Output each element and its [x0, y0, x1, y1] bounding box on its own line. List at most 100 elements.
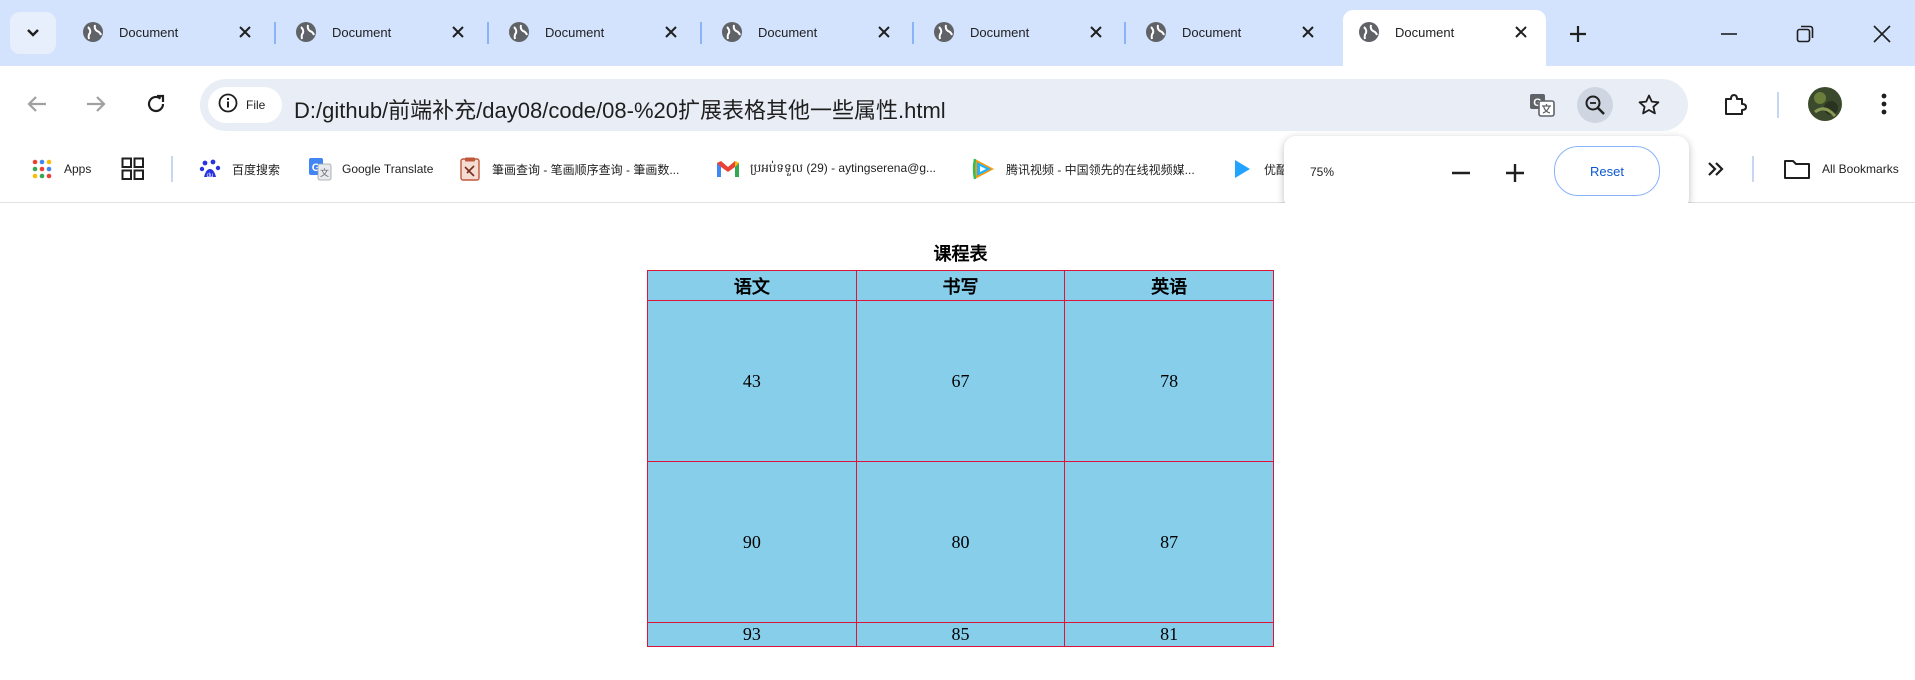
table-row: 90 80 87 — [647, 461, 1274, 623]
tab-title: Document — [970, 24, 1030, 40]
forward-button[interactable] — [75, 83, 117, 125]
bookmark-label: Google Translate — [342, 162, 434, 176]
zoom-reset-button[interactable]: Reset — [1554, 146, 1660, 196]
bookmark-star-icon[interactable] — [1631, 87, 1667, 123]
globe-icon — [507, 20, 531, 44]
table-row: 93 85 81 — [647, 622, 1274, 647]
toolbar-separator — [1777, 92, 1779, 118]
bookmark-apps[interactable]: Apps — [30, 152, 91, 186]
table-header-cell: 书写 — [855, 270, 1066, 301]
bookmark-label: 百度搜索 — [232, 162, 281, 177]
extensions-button[interactable] — [1714, 83, 1756, 125]
close-icon[interactable] — [1085, 21, 1107, 43]
table-cell: 87 — [1064, 461, 1274, 623]
tab-separator — [487, 22, 489, 44]
bookmark-gmail[interactable]: ប្រអប់ទទួល (29) - aytingserena@g... — [716, 152, 936, 186]
tab-title: Document — [1182, 24, 1242, 40]
tab[interactable]: Document — [1130, 10, 1333, 54]
table-row: 43 67 78 — [647, 300, 1274, 462]
tab-title: Document — [545, 24, 605, 40]
folder-icon — [1782, 157, 1812, 181]
zoom-in-button[interactable] — [1497, 155, 1533, 191]
restore-button[interactable] — [1785, 14, 1825, 54]
plus-icon — [1506, 164, 1524, 182]
tab[interactable]: Document — [706, 10, 909, 54]
chevron-double-right-icon — [1704, 157, 1728, 181]
apps-grid-icon — [30, 157, 54, 181]
minus-icon — [1452, 171, 1470, 175]
close-icon[interactable] — [660, 21, 682, 43]
toolbar: File D:/github/前端补充/day08/code/08-%20扩展表… — [0, 66, 1915, 142]
bookmark-label: 腾讯视频 - 中国领先的在线视频媒... — [1006, 162, 1195, 177]
globe-icon — [1357, 20, 1381, 44]
profile-button[interactable] — [1804, 83, 1846, 125]
tab-active[interactable]: Document — [1343, 10, 1546, 66]
bookmarks-overflow-button[interactable] — [1704, 152, 1738, 186]
tab[interactable]: Document — [280, 10, 483, 54]
globe-icon — [81, 20, 105, 44]
close-icon[interactable] — [1297, 21, 1319, 43]
tab[interactable]: Document — [918, 10, 1121, 54]
page-content: 课程表 语文 书写 英语 43 67 78 90 80 87 93 85 81 — [0, 203, 1915, 680]
gmail-icon — [716, 157, 740, 181]
globe-icon — [294, 20, 318, 44]
table-header-cell: 英语 — [1064, 270, 1274, 301]
bookmark-tab-groups[interactable] — [121, 152, 155, 186]
tab-search-button[interactable] — [10, 12, 56, 54]
svg-text:文: 文 — [320, 167, 329, 179]
url-text[interactable]: D:/github/前端补充/day08/code/08-%20扩展表格其他一些… — [294, 93, 946, 125]
bookmark-label: ប្រអប់ទទួល (29) - aytingserena@g... — [750, 161, 936, 175]
table-cell: 67 — [855, 300, 1066, 462]
zoom-popup: 75% Reset — [1284, 136, 1689, 210]
reload-button[interactable] — [135, 83, 177, 125]
bookmark-baidu[interactable]: du 百度搜索 — [198, 152, 280, 186]
more-vert-icon — [1881, 93, 1887, 115]
new-tab-button[interactable] — [1560, 16, 1596, 52]
avatar — [1808, 87, 1842, 121]
info-icon — [218, 93, 238, 118]
close-icon[interactable] — [873, 21, 895, 43]
close-icon[interactable] — [447, 21, 469, 43]
bookmark-separator — [171, 156, 173, 182]
close-window-button[interactable] — [1862, 14, 1902, 54]
zoom-level: 75% — [1310, 165, 1335, 179]
chevron-down-icon — [27, 29, 39, 37]
site-info-label: File — [246, 98, 266, 112]
menu-button[interactable] — [1863, 83, 1905, 125]
close-icon[interactable] — [1510, 21, 1532, 43]
google-translate-icon: G文 — [308, 157, 332, 181]
all-bookmarks-button[interactable]: All Bookmarks — [1782, 152, 1899, 186]
site-info-chip[interactable]: File — [208, 87, 282, 123]
table-cell: 85 — [855, 622, 1066, 647]
tab[interactable]: Document — [67, 10, 270, 54]
tab[interactable]: Document — [493, 10, 696, 54]
bookmark-tencent-video[interactable]: 腾讯视频 - 中国领先的在线视频媒... — [972, 152, 1195, 186]
globe-icon — [720, 20, 744, 44]
tab-title: Document — [119, 24, 179, 40]
bookmark-stroke-order[interactable]: 筆画查询 - 笔画顺序查询 - 筆画数... — [458, 152, 679, 186]
restore-icon — [1796, 25, 1814, 43]
youku-icon — [1230, 157, 1254, 181]
globe-icon — [932, 20, 956, 44]
translate-icon[interactable]: G — [1524, 87, 1560, 123]
table-caption: 课程表 — [933, 244, 988, 265]
arrow-back-icon — [27, 96, 46, 112]
bookmark-label: 筆画查询 - 笔画顺序查询 - 筆画数... — [492, 162, 680, 177]
baidu-icon: du — [198, 157, 222, 181]
zoom-icon[interactable] — [1577, 87, 1613, 123]
bookmark-google-translate[interactable]: G文 Google Translate — [308, 152, 433, 186]
back-button[interactable] — [16, 83, 58, 125]
tab-strip: Document Document Document Document Docu… — [0, 0, 1915, 66]
puzzle-icon — [1725, 94, 1747, 115]
minimize-button[interactable] — [1709, 14, 1749, 54]
table-cell: 93 — [647, 622, 857, 647]
close-icon[interactable] — [234, 21, 256, 43]
zoom-out-button[interactable] — [1443, 155, 1479, 191]
tab-separator — [700, 22, 702, 44]
reload-icon — [147, 94, 165, 113]
address-bar[interactable]: File D:/github/前端补充/day08/code/08-%20扩展表… — [200, 79, 1688, 131]
tencent-video-icon — [972, 157, 996, 181]
tab-title: Document — [1395, 24, 1455, 40]
bookmark-separator — [1752, 156, 1754, 182]
bookmark-youku[interactable]: 优酷 — [1230, 152, 1288, 186]
